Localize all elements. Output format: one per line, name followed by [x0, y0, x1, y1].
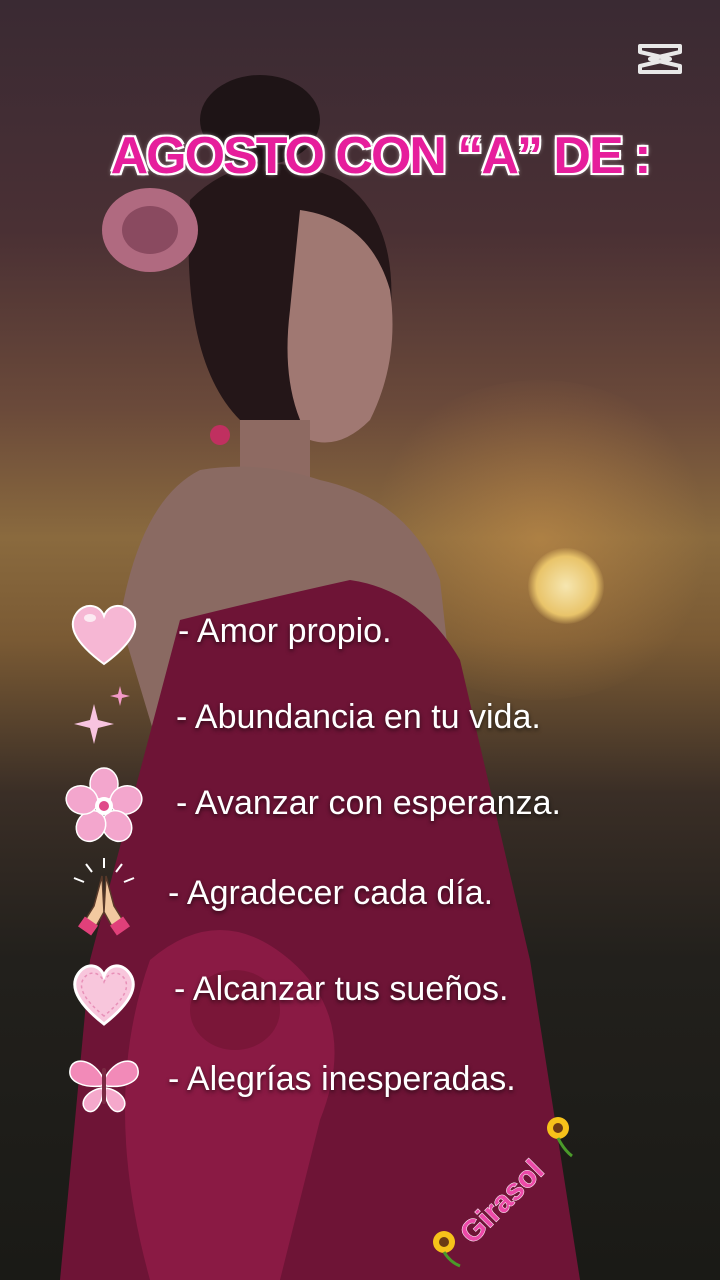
sparkles-icon — [74, 686, 130, 744]
cherry-blossom-icon — [65, 767, 143, 843]
list-item-text: - Alcanzar tus sueños. — [174, 970, 509, 1008]
list-item-text: - Avanzar con esperanza. — [176, 784, 561, 822]
list-item-text: - Agradecer cada día. — [168, 874, 494, 912]
video-frame: AGOSTO CON “A” DE : - Amor propio. - Abu… — [0, 0, 720, 1280]
capcut-logo-icon — [638, 44, 682, 74]
list-item: - Avanzar con esperanza. — [0, 766, 720, 846]
praying-hands-icon — [73, 858, 135, 936]
list-item-text: - Alegrías inesperadas. — [168, 1060, 516, 1098]
page-title: AGOSTO CON “A” DE : — [110, 126, 653, 186]
light-pink-heart-icon — [73, 964, 135, 1026]
list-item: - Alegrías inesperadas. — [0, 1042, 720, 1122]
butterfly-icon — [69, 1060, 139, 1113]
list-item: - Abundancia en tu vida. — [0, 680, 720, 760]
list-item-text: - Abundancia en tu vida. — [176, 698, 541, 736]
list-item: - Alcanzar tus sueños. — [0, 952, 720, 1032]
list-item: - Agradecer cada día. — [0, 856, 720, 936]
pink-heart-icon — [71, 605, 137, 666]
list-item-text: - Amor propio. — [178, 612, 392, 650]
list-item: - Amor propio. — [0, 594, 720, 674]
